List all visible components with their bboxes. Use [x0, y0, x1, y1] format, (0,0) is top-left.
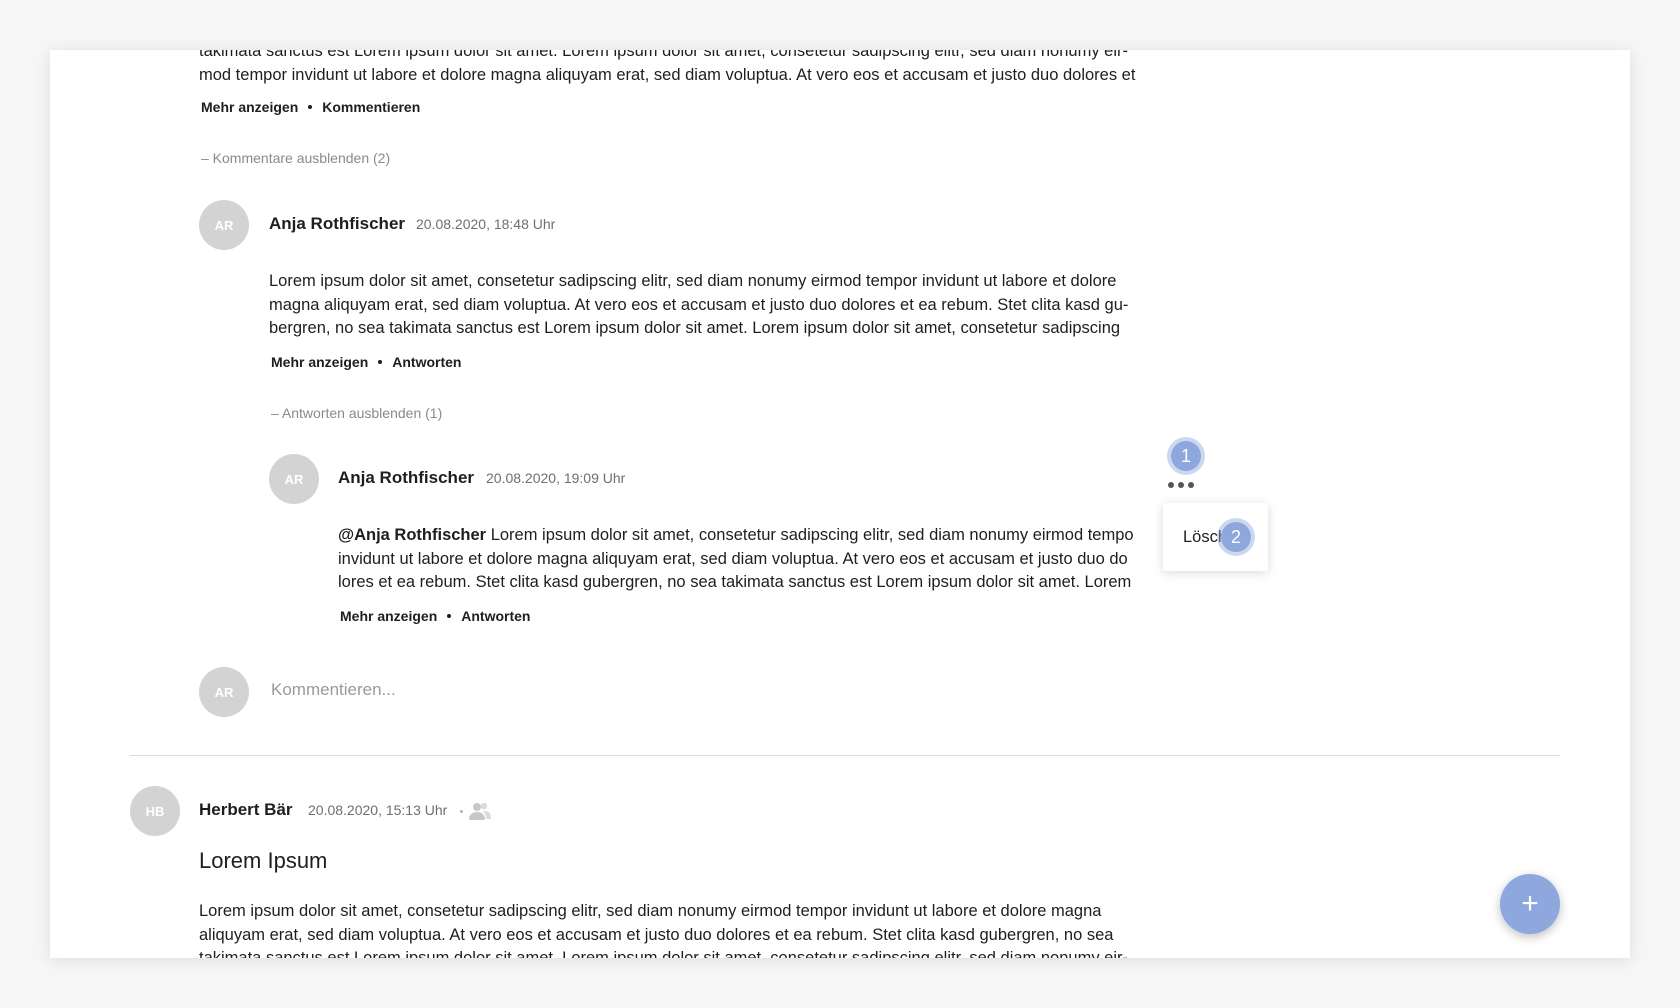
reply-link[interactable]: Antworten — [461, 608, 530, 624]
more-dot — [1188, 482, 1194, 488]
reply-body-line: invidunt ut labore et dolore magna aliqu… — [338, 549, 1128, 568]
comment-body: Lorem ipsum dolor sit amet, consetetur s… — [269, 270, 1128, 341]
reply-body-text: Lorem ipsum dolor sit amet, consetetur s… — [486, 526, 1134, 544]
post-actions: Mehr anzeigen Kommentieren — [201, 99, 420, 115]
step-badge-2: 2 — [1221, 522, 1251, 552]
more-horizontal-icon[interactable] — [1168, 482, 1194, 488]
reply-actions: Mehr anzeigen Antworten — [340, 608, 530, 624]
comment-body-line: Lorem ipsum dolor sit amet, consetetur s… — [269, 272, 1117, 290]
comment-input[interactable] — [269, 679, 1073, 701]
separator-dot — [460, 810, 463, 813]
separator-dot — [447, 614, 452, 618]
reply-body: @Anja Rothfischer Lorem ipsum dolor sit … — [338, 524, 1134, 595]
reply-link[interactable]: Antworten — [392, 354, 461, 370]
show-more-link[interactable]: Mehr anzeigen — [271, 354, 368, 370]
post-body-line: takimata sanctus est Lorem ipsum dolor s… — [199, 949, 1128, 958]
more-dot — [1178, 482, 1184, 488]
reply-body-line: @Anja Rothfischer Lorem ipsum dolor sit … — [338, 524, 1134, 548]
show-more-link[interactable]: Mehr anzeigen — [340, 608, 437, 624]
post-body: Lorem ipsum dolor sit amet, consetetur s… — [199, 900, 1128, 958]
post-body-line: Lorem ipsum dolor sit amet, consetetur s… — [199, 902, 1102, 920]
comment-author[interactable]: Anja Rothfischer — [269, 214, 405, 234]
add-post-button[interactable]: + — [1500, 874, 1560, 934]
comment-body-line: magna aliquyam erat, sed diam voluptua. … — [269, 295, 1129, 314]
reply-date: 20.08.2020, 19:09 Uhr — [486, 470, 626, 486]
step-badge-1: 1 — [1171, 441, 1201, 471]
post-author[interactable]: Herbert Bär — [199, 800, 293, 820]
divider — [130, 755, 1560, 756]
feed-card: takimata sanctus est Lorem ipsum dolor s… — [50, 50, 1630, 958]
more-dot — [1168, 482, 1174, 488]
avatar[interactable]: HB — [130, 786, 180, 836]
post-body-line: aliquyam erat, sed diam voluptua. At ver… — [199, 925, 1114, 944]
hide-replies-toggle[interactable]: – Antworten ausblenden (1) — [271, 405, 442, 421]
group-icon — [469, 802, 491, 820]
hide-comments-toggle[interactable]: – Kommentare ausblenden (2) — [201, 150, 390, 166]
avatar[interactable]: AR — [269, 454, 319, 504]
show-more-link[interactable]: Mehr anzeigen — [201, 99, 298, 115]
plus-icon: + — [1521, 887, 1539, 920]
comment-body-line: bergren, no sea takimata sanctus est Lor… — [269, 319, 1121, 337]
post-body-line: mod tempor invidunt ut labore et dolore … — [199, 65, 1136, 84]
reply-author[interactable]: Anja Rothfischer — [338, 468, 474, 488]
separator-dot — [308, 105, 313, 109]
reply-body-line: lores et ea rebum. Stet clita kasd guber… — [338, 573, 1132, 591]
menu-item-delete[interactable]: Lösch — [1163, 503, 1268, 571]
avatar[interactable]: AR — [199, 200, 249, 250]
avatar: AR — [199, 667, 249, 717]
comment-date: 20.08.2020, 18:48 Uhr — [416, 216, 556, 232]
mention[interactable]: @Anja Rothfischer — [338, 526, 486, 544]
comment-link[interactable]: Kommentieren — [322, 99, 420, 115]
context-menu: Lösch — [1163, 503, 1268, 571]
post-body-line: takimata sanctus est Lorem ipsum dolor s… — [199, 50, 1128, 60]
separator-dot — [378, 360, 383, 364]
post-title: Lorem Ipsum — [199, 848, 328, 873]
post-date: 20.08.2020, 15:13 Uhr — [308, 802, 448, 818]
comment-actions: Mehr anzeigen Antworten — [271, 354, 461, 370]
post-body: takimata sanctus est Lorem ipsum dolor s… — [199, 50, 1135, 87]
